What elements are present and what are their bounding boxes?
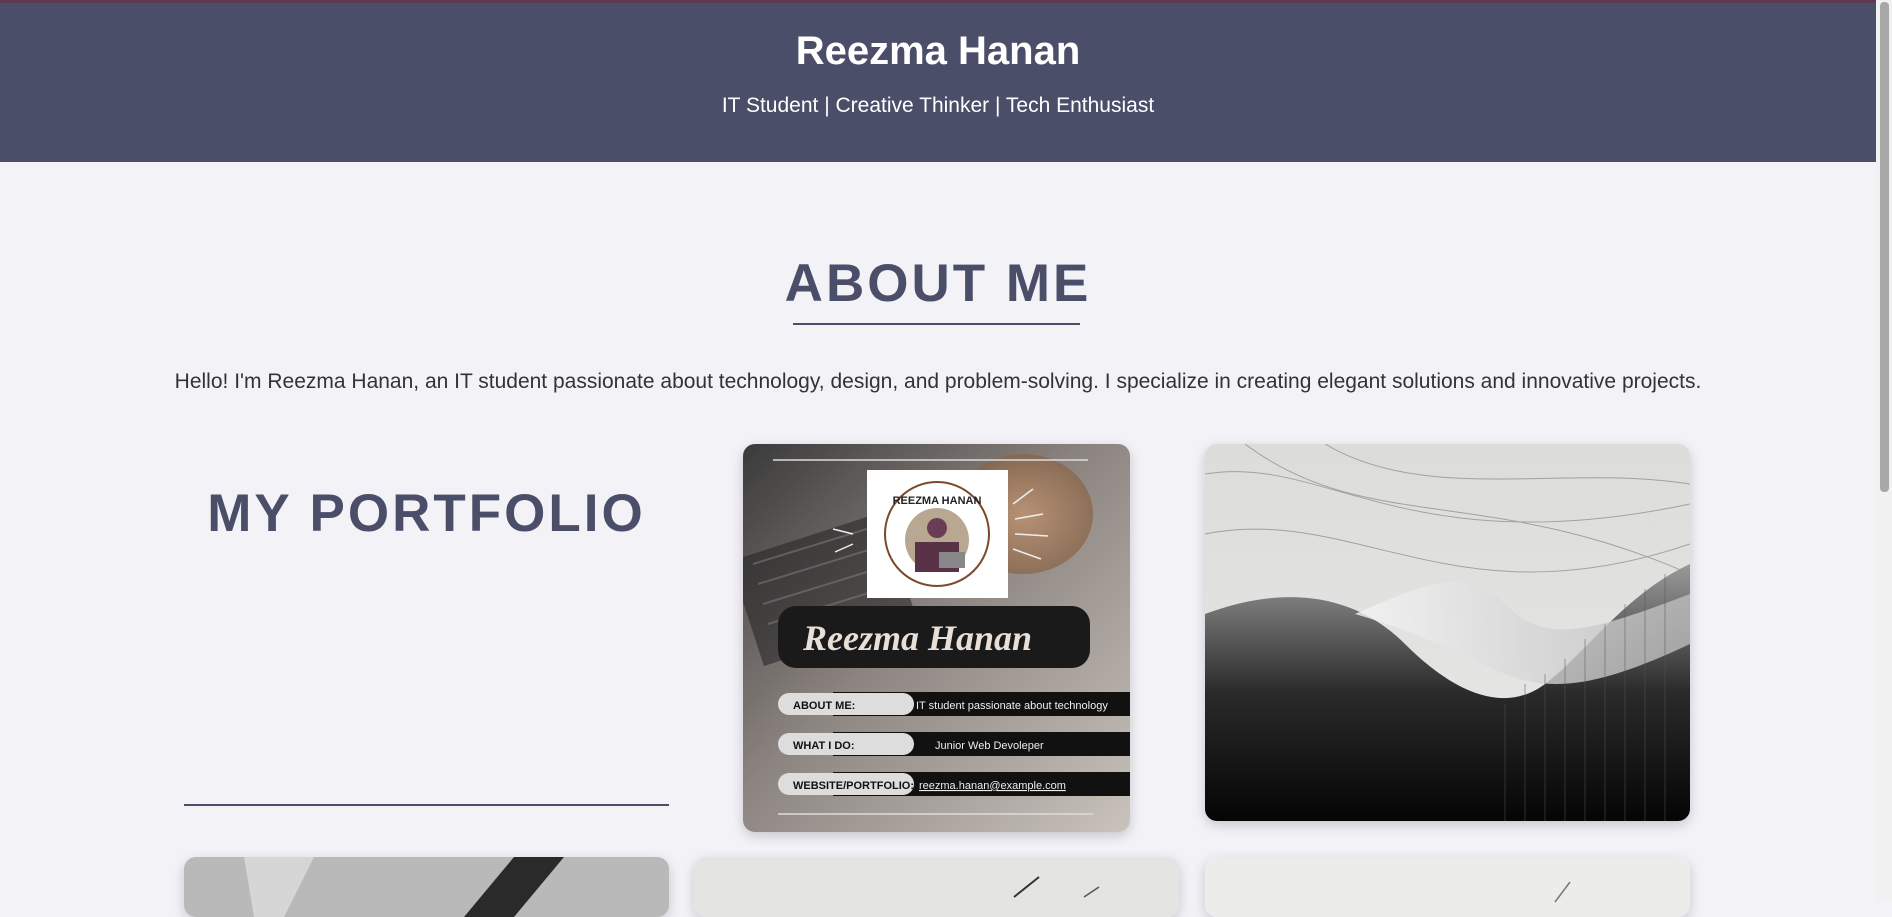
site-tagline: IT Student | Creative Thinker | Tech Ent… (721, 94, 1155, 117)
about-description: Hello! I'm Reezma Hanan, an IT student p… (174, 370, 1702, 393)
profile-row-label-1: ABOUT ME: (793, 700, 855, 712)
scrollbar-thumb[interactable] (1880, 2, 1889, 492)
portfolio-divider (184, 804, 669, 806)
portfolio-section-title: MY PORTFOLIO (207, 484, 646, 543)
profile-row-label-3: WEBSITE/PORTFOLIO: (793, 780, 914, 792)
profile-badge-text: REEZMA HANAN (893, 495, 982, 507)
profile-row-value-3: reezma.hanan@example.com (919, 780, 1066, 792)
profile-row-value-2: Junior Web Devoleper (935, 740, 1044, 752)
portfolio-item-abstract-wave[interactable] (1205, 444, 1690, 821)
about-section-title: ABOUT ME (784, 254, 1092, 313)
about-title-underline (793, 323, 1080, 325)
page-scrollbar[interactable] (1876, 0, 1892, 901)
profile-row-value-1: IT student passionate about technology (916, 700, 1108, 712)
portfolio-item-bottom-middle[interactable] (694, 857, 1179, 917)
site-owner-name: Reezma Hanan (795, 29, 1081, 73)
profile-row-label-2: WHAT I DO: (793, 740, 855, 752)
portfolio-item-bottom-right[interactable] (1205, 857, 1690, 917)
site-header: Reezma Hanan IT Student | Creative Think… (0, 3, 1876, 162)
portfolio-item-bottom-left[interactable] (184, 857, 669, 917)
profile-card-name: Reezma Hanan (802, 618, 1032, 658)
portfolio-item-profile-card[interactable]: REEZMA HANAN Reezma Hanan ABOUT ME: IT s… (743, 444, 1130, 832)
